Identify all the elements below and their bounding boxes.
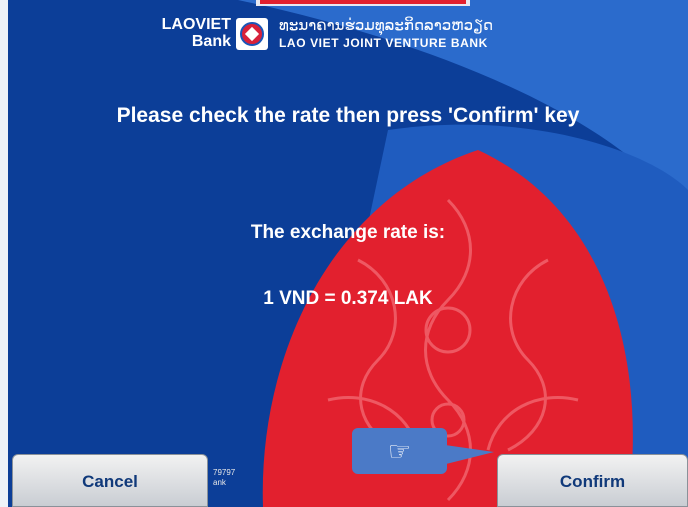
background-graphic <box>8 0 688 507</box>
atm-screen-frame: LAOVIET Bank ທະນາຄານຮ່ວມທຸລະກິດລາວຫວຽດ L… <box>0 0 688 507</box>
bank-name-line2: Bank <box>191 33 231 50</box>
exchange-rate-value: 1 VND = 0.374 LAK <box>263 288 433 309</box>
footer-text: 79797 ank <box>213 468 235 488</box>
instruction-text: Please check the rate then press 'Confir… <box>116 104 580 127</box>
footer-line2: ank <box>213 478 226 487</box>
footer-line1: 79797 <box>213 468 236 477</box>
bank-name-line1: LAOVIET <box>161 16 231 33</box>
bank-logo: LAOVIET Bank ທະນາຄານຮ່ວມທຸລະກິດລາວຫວຽດ L… <box>143 14 563 64</box>
exchange-rate-label: The exchange rate is: <box>250 222 446 243</box>
cancel-button[interactable]: Cancel <box>12 454 208 507</box>
screen-bezel <box>0 0 8 507</box>
bank-name-latin: LAOVIET Bank <box>143 16 231 50</box>
hand-pointing-right-icon: ☞ <box>352 428 447 474</box>
bank-name-lao: ທະນາຄານຮ່ວມທຸລະກິດລາວຫວຽດ <box>279 17 494 34</box>
pointer-callout-tail <box>438 444 494 466</box>
bank-name-english: LAO VIET JOINT VENTURE BANK <box>279 36 488 50</box>
bank-emblem-icon <box>236 18 268 50</box>
atm-screen: LAOVIET Bank ທະນາຄານຮ່ວມທຸລະກິດລາວຫວຽດ L… <box>8 0 688 507</box>
confirm-button[interactable]: Confirm <box>497 454 688 507</box>
